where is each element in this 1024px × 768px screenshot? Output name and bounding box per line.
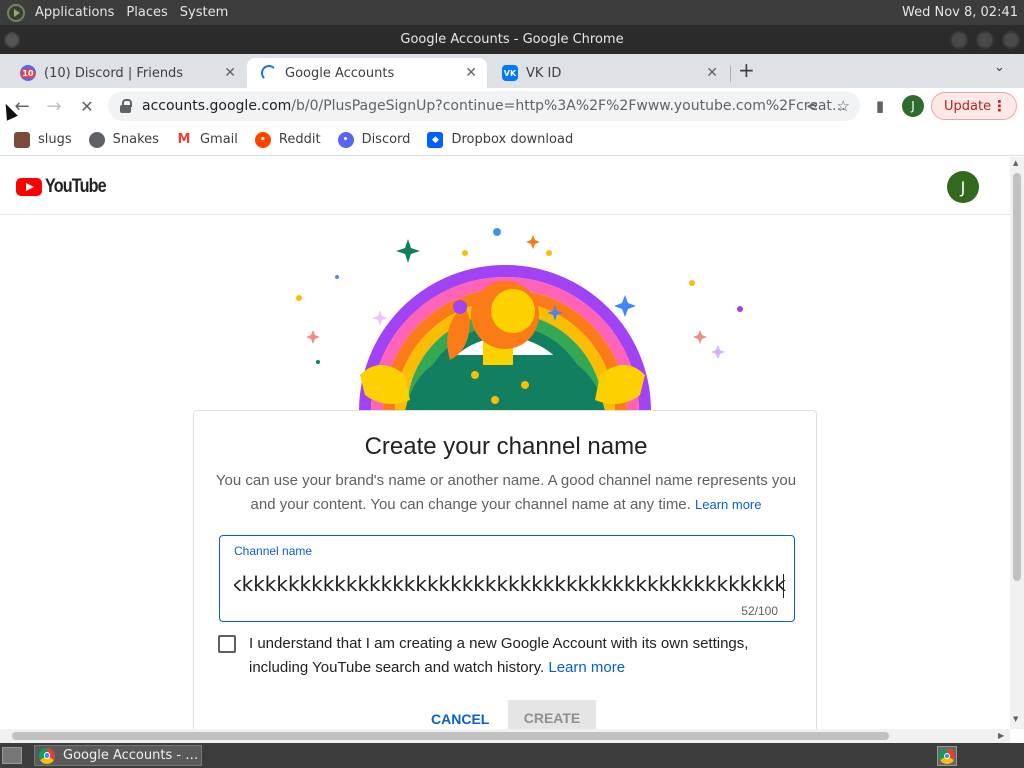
horizontal-scroll-thumb[interactable] — [12, 732, 889, 740]
tab-label: VK ID — [526, 65, 562, 81]
menu-system[interactable]: System — [174, 5, 234, 20]
card-title: Create your channel name — [364, 433, 648, 460]
youtube-wordmark: YouTube — [45, 176, 107, 197]
consent-text: I understand that I am creating a new Go… — [249, 632, 789, 680]
stop-loading-icon[interactable]: ✕ — [75, 94, 99, 118]
maximize-button[interactable] — [976, 31, 994, 49]
create-button[interactable]: CREATE — [508, 700, 596, 729]
scroll-right-arrow-icon[interactable]: ▶ — [998, 731, 1004, 740]
close-tab-icon[interactable]: ✕ — [224, 65, 236, 81]
bookmark-discord[interactable]: • Discord — [337, 131, 411, 148]
window-title-bar[interactable]: Google Accounts - Google Chrome — [0, 25, 1024, 54]
side-panel-icon[interactable]: ▮ — [868, 94, 892, 118]
chrome-icon — [939, 748, 955, 764]
bookmark-reddit[interactable]: • Reddit — [254, 131, 321, 148]
tab-label: Google Accounts — [285, 65, 395, 81]
forward-arrow-icon[interactable]: → — [42, 94, 66, 118]
slug-icon — [14, 131, 30, 148]
update-label: Update — [944, 98, 992, 114]
channel-name-label: Channel name — [234, 544, 313, 558]
discord-icon: 10 — [20, 65, 36, 81]
bookmark-slugs[interactable]: slugs — [14, 131, 72, 148]
close-tab-icon[interactable]: ✕ — [706, 65, 718, 81]
more-vert-icon: ⋮ — [992, 97, 1007, 115]
learn-more-link[interactable]: Learn more — [695, 497, 761, 512]
tab-label: (10) Discord | Friends — [44, 65, 184, 81]
scroll-down-arrow-icon[interactable]: ▼ — [1013, 715, 1018, 723]
horizontal-scrollbar[interactable]: ▶ — [0, 729, 1010, 743]
char-counter: 52/100 — [741, 604, 778, 618]
bookmark-star-icon[interactable]: ☆ — [837, 97, 850, 115]
tab-search-chevron-icon[interactable]: ⌄ — [994, 60, 1005, 75]
update-button[interactable]: Update ⋮ — [931, 92, 1017, 120]
text-caret — [783, 574, 784, 598]
consent-checkbox[interactable] — [218, 635, 236, 653]
gmail-icon: M — [175, 131, 192, 148]
cancel-button[interactable]: CANCEL — [421, 705, 499, 729]
vertical-scrollbar[interactable]: ▲ ▼ — [1010, 157, 1024, 729]
bookmark-gmail[interactable]: M Gmail — [175, 131, 238, 148]
bookmark-label: Reddit — [278, 132, 321, 147]
tray-chrome-icon[interactable] — [937, 746, 957, 766]
bookmark-dropbox[interactable]: ◆ Dropbox download — [427, 131, 574, 148]
globe-icon — [88, 131, 105, 148]
menu-places[interactable]: Places — [120, 5, 173, 20]
url-path: /b/0/PlusPageSignUp?continue=http%3A%2F%… — [291, 98, 846, 114]
profile-avatar[interactable]: J — [902, 95, 924, 117]
panel-clock[interactable]: Wed Nov 8, 02:41 — [902, 5, 1024, 20]
show-desktop-icon[interactable] — [2, 747, 22, 764]
new-tab-icon[interactable]: + — [738, 58, 755, 82]
vk-icon: VK — [502, 65, 518, 81]
taskbar-window-label: Google Accounts - … — [63, 748, 199, 763]
channel-name-value: kkkkkkkkkkkkkkkkkkkkkkkkkkkkkkkkkkkkkkkk… — [234, 572, 786, 596]
taskbar-window-button[interactable]: Google Accounts - … — [34, 745, 202, 766]
account-avatar[interactable]: J — [947, 171, 979, 203]
menu-applications[interactable]: Applications — [29, 5, 120, 20]
bookmark-label: Snakes — [112, 132, 159, 147]
tab-separator — [730, 66, 731, 82]
loading-spinner-icon — [261, 65, 277, 81]
bookmark-label: slugs — [38, 132, 72, 147]
reddit-icon: • — [254, 131, 271, 148]
tab-strip: 10 (10) Discord | Friends ✕ Google Accou… — [0, 54, 1024, 88]
address-bar[interactable]: accounts.google.com /b/0/PlusPageSignUp?… — [108, 91, 860, 121]
taskbar: Google Accounts - … — [0, 743, 1024, 768]
close-tab-icon[interactable]: ✕ — [465, 65, 477, 81]
tab-badge: 10 — [21, 68, 35, 78]
page-viewport: YouTube J Create your channel name You c… — [0, 157, 1010, 729]
channel-name-field[interactable]: Channel name kkkkkkkkkkkkkkkkkkkkkkkkkkk… — [219, 535, 795, 622]
vertical-scroll-thumb[interactable] — [1013, 173, 1021, 581]
share-icon[interactable]: ⋖ — [806, 97, 819, 115]
consent-statement: I understand that I am creating a new Go… — [249, 635, 749, 676]
top-panel: Applications Places System Wed Nov 8, 02… — [0, 0, 1024, 25]
close-window-button[interactable] — [1002, 31, 1020, 49]
rainbow-illustration — [296, 228, 743, 411]
youtube-play-icon — [16, 178, 42, 196]
channel-name-card: Create your channel name You can use you… — [193, 410, 817, 729]
minimize-button[interactable] — [950, 31, 968, 49]
youtube-logo[interactable]: YouTube — [16, 176, 116, 198]
url-host: accounts.google.com — [142, 98, 292, 114]
tab-discord[interactable]: 10 (10) Discord | Friends ✕ — [6, 58, 246, 88]
scroll-up-arrow-icon[interactable]: ▲ — [1013, 159, 1018, 167]
channel-name-input[interactable]: kkkkkkkkkkkkkkkkkkkkkkkkkkkkkkkkkkkkkkkk… — [234, 572, 786, 602]
bookmark-snakes[interactable]: Snakes — [88, 131, 159, 148]
card-description: You can use your brand's name or another… — [214, 469, 798, 517]
chrome-icon — [39, 747, 55, 764]
consent-learn-more-link[interactable]: Learn more — [548, 659, 625, 676]
window-menu-icon[interactable] — [4, 32, 20, 48]
bookmark-label: Gmail — [199, 132, 238, 147]
tab-google-accounts[interactable]: Google Accounts ✕ — [247, 58, 487, 88]
dropbox-icon: ◆ — [427, 131, 444, 148]
bookmark-label: Dropbox download — [451, 132, 574, 147]
browser-toolbar: ← → ✕ accounts.google.com /b/0/PlusPageS… — [0, 88, 1024, 124]
tab-vk-id[interactable]: VK VK ID ✕ — [488, 58, 728, 88]
bookmark-label: Discord — [361, 132, 411, 147]
lock-icon[interactable] — [120, 99, 132, 113]
gnome-foot-icon[interactable] — [7, 3, 25, 22]
discord-icon: • — [337, 131, 354, 148]
youtube-header: YouTube J — [0, 157, 1010, 215]
window-title: Google Accounts - Google Chrome — [400, 32, 624, 47]
bookmarks-bar: slugs Snakes M Gmail • Reddit • Discord … — [0, 124, 1024, 156]
